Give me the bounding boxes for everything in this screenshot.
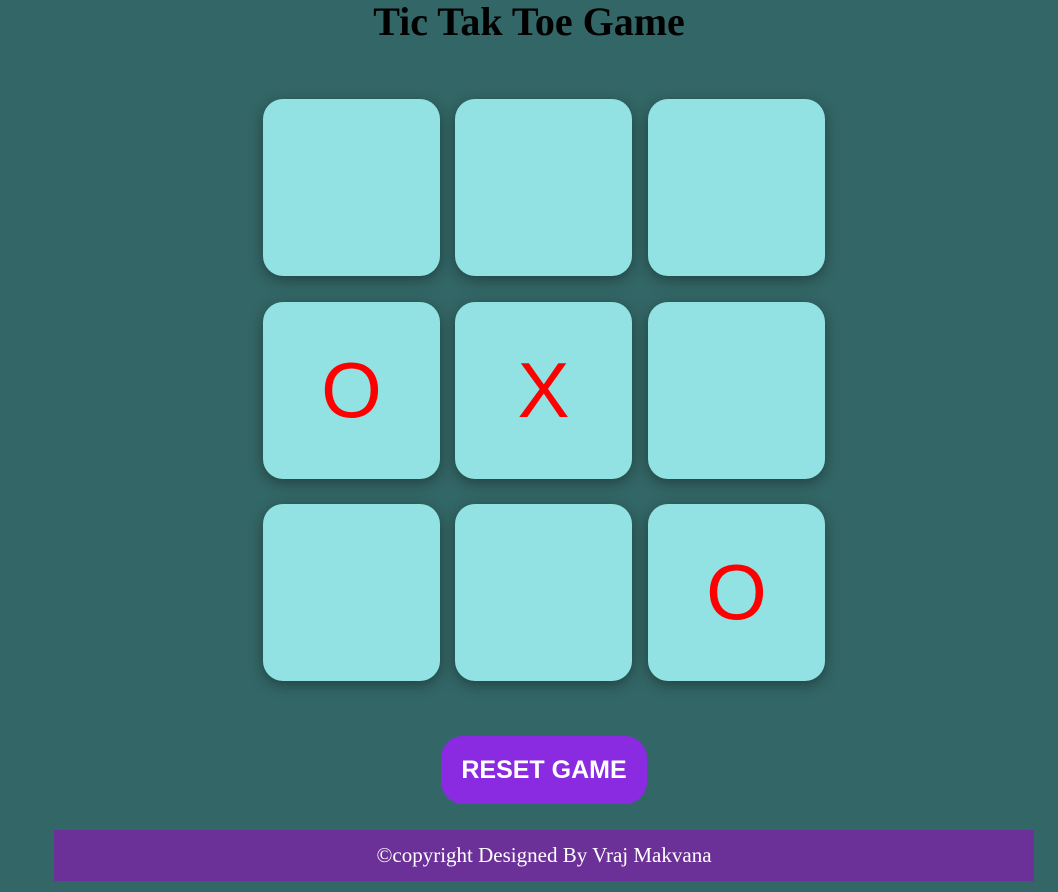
board-cell-4[interactable]: O [263, 302, 440, 479]
footer: ©copyright Designed By Vraj Makvana [54, 830, 1034, 881]
board-cell-6[interactable] [648, 302, 825, 479]
game-board: O X O [263, 99, 825, 682]
board-cell-2[interactable] [455, 99, 632, 276]
reset-game-button[interactable]: RESET GAME [441, 736, 647, 804]
board-cell-1[interactable] [263, 99, 440, 276]
board-cell-7[interactable] [263, 504, 440, 681]
board-cell-5[interactable]: X [455, 302, 632, 479]
board-cell-8[interactable] [455, 504, 632, 681]
footer-copyright: ©copyright Designed By Vraj Makvana [376, 843, 712, 867]
board-cell-9[interactable]: O [648, 504, 825, 681]
page-title: Tic Tak Toe Game [373, 0, 685, 44]
board-cell-3[interactable] [648, 99, 825, 276]
